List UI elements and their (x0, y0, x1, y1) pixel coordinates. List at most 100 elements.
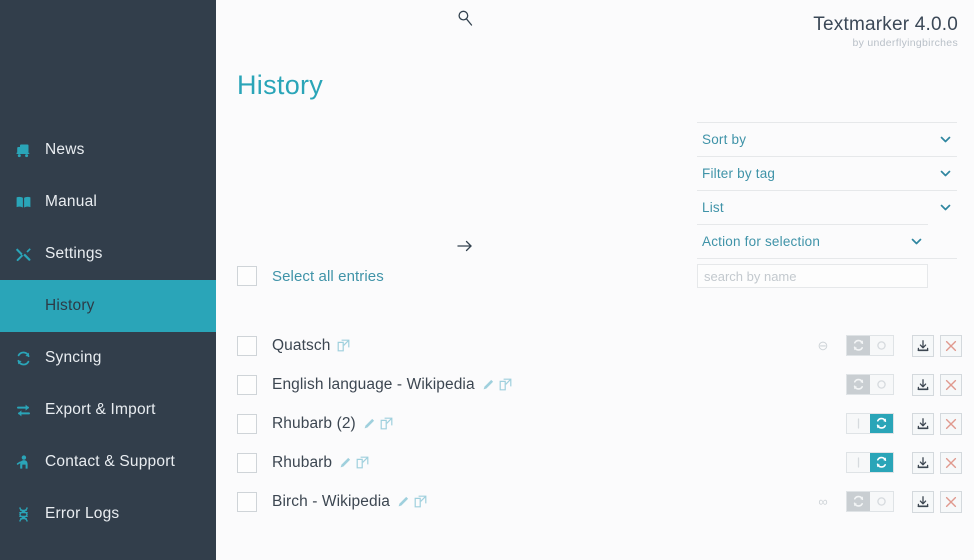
sidebar-item-label: History (45, 297, 95, 315)
delete-button[interactable] (940, 412, 962, 435)
sidebar-item-news[interactable]: News (0, 124, 216, 176)
sidebar: News Manual Settings History Syncing Export &… (0, 0, 216, 560)
sync-toggle[interactable] (846, 335, 894, 356)
tools-icon (10, 246, 36, 263)
sync-toggle[interactable] (846, 491, 894, 512)
sidebar-item-manual[interactable]: Manual (0, 176, 216, 228)
entry-actions: ∞ (806, 490, 962, 513)
entry-list: Quatsch ⊖ English language - Wikipedia Rhub… (237, 326, 962, 521)
search-input[interactable] (697, 264, 928, 288)
entry-actions (806, 451, 962, 474)
swap-icon (10, 402, 36, 419)
action-for-selection-dropdown[interactable]: Action for selection (697, 224, 928, 258)
apply-action-button[interactable] (455, 236, 475, 256)
list-label: List (702, 200, 724, 215)
pencil-icon[interactable] (397, 496, 409, 508)
entry-left: English language - Wikipedia (237, 374, 806, 395)
entry-actions (806, 412, 962, 435)
chevron-down-icon (939, 133, 957, 146)
sync-icon (10, 350, 36, 367)
sync-icon (870, 414, 893, 433)
sort-by-dropdown[interactable]: Sort by (697, 122, 957, 156)
sidebar-item-settings[interactable]: Settings (0, 228, 216, 280)
external-link-icon[interactable] (380, 417, 393, 430)
toggle-bar-icon (847, 453, 870, 472)
entry-row: Rhubarb (2) (237, 404, 962, 443)
select-all-checkbox[interactable] (237, 266, 257, 286)
entry-checkbox[interactable] (237, 452, 257, 473)
dna-icon (10, 506, 36, 523)
delete-button[interactable] (940, 334, 962, 357)
sidebar-item-label: News (45, 141, 85, 159)
entry-row: Birch - Wikipedia ∞ (237, 482, 962, 521)
sync-icon (847, 336, 870, 355)
entry-checkbox[interactable] (237, 491, 257, 512)
entry-title: Quatsch (272, 336, 331, 354)
sidebar-item-export-import[interactable]: Export & Import (0, 384, 216, 436)
sidebar-item-contact-support[interactable]: Contact & Support (0, 436, 216, 488)
external-link-icon[interactable] (337, 339, 350, 352)
entry-row: Quatsch ⊖ (237, 326, 962, 365)
external-link-icon[interactable] (414, 495, 427, 508)
select-all-label[interactable]: Select all entries (272, 268, 384, 285)
download-button[interactable] (912, 412, 934, 435)
external-link-icon[interactable] (499, 378, 512, 391)
search-row (697, 258, 957, 292)
sort-by-label: Sort by (702, 132, 747, 147)
entry-status-symbol: ∞ (818, 494, 828, 509)
chevron-down-icon (910, 235, 928, 248)
app-subtitle: by underflyingbirches (852, 36, 958, 49)
book-icon (10, 194, 36, 211)
delete-button[interactable] (940, 451, 962, 474)
search-button[interactable] (455, 8, 475, 28)
entry-actions: ⊖ (806, 334, 962, 357)
entry-row: English language - Wikipedia (237, 365, 962, 404)
toggle-circle-icon (870, 375, 893, 394)
news-icon (10, 142, 36, 159)
entry-icon-group (397, 495, 427, 508)
entry-title: Rhubarb (2) (272, 414, 356, 432)
app-header: Textmarker 4.0.0 by underflyingbirches (813, 14, 958, 49)
download-button[interactable] (912, 490, 934, 513)
toggle-circle-icon (870, 336, 893, 355)
sync-toggle[interactable] (846, 413, 894, 434)
chevron-down-icon (939, 201, 957, 214)
delete-button[interactable] (940, 373, 962, 396)
person-icon (10, 454, 36, 471)
app-window: News Manual Settings History Syncing Export &… (0, 0, 974, 560)
filter-by-tag-dropdown[interactable]: Filter by tag (697, 156, 957, 190)
entry-left: Rhubarb (2) (237, 413, 806, 434)
sync-toggle[interactable] (846, 452, 894, 473)
pencil-icon[interactable] (482, 379, 494, 391)
download-button[interactable] (912, 373, 934, 396)
sidebar-item-error-logs[interactable]: Error Logs (0, 488, 216, 540)
entry-checkbox[interactable] (237, 335, 257, 356)
download-button[interactable] (912, 334, 934, 357)
chevron-down-icon (939, 167, 957, 180)
sidebar-item-label: Settings (45, 245, 103, 263)
entry-title: English language - Wikipedia (272, 375, 475, 393)
sidebar-item-history[interactable]: History (0, 280, 216, 332)
action-for-selection-label: Action for selection (702, 234, 821, 249)
sidebar-item-label: Contact & Support (45, 453, 176, 471)
entry-icon-group (339, 456, 369, 469)
entry-left: Quatsch (237, 335, 806, 356)
select-all-row: Select all entries (237, 264, 384, 288)
sync-icon (847, 375, 870, 394)
sidebar-item-syncing[interactable]: Syncing (0, 332, 216, 384)
list-dropdown[interactable]: List (697, 190, 957, 224)
external-link-icon[interactable] (356, 456, 369, 469)
delete-button[interactable] (940, 490, 962, 513)
main-content: Textmarker 4.0.0 by underflyingbirches H… (216, 0, 974, 560)
filter-panel: Sort by Filter by tag List Action for se… (697, 122, 957, 292)
entry-icon-group (363, 417, 393, 430)
pencil-icon[interactable] (339, 457, 351, 469)
entry-actions (806, 373, 962, 396)
download-button[interactable] (912, 451, 934, 474)
entry-checkbox[interactable] (237, 374, 257, 395)
page-title: History (237, 70, 324, 100)
sync-icon (870, 453, 893, 472)
pencil-icon[interactable] (363, 418, 375, 430)
sync-toggle[interactable] (846, 374, 894, 395)
entry-checkbox[interactable] (237, 413, 257, 434)
